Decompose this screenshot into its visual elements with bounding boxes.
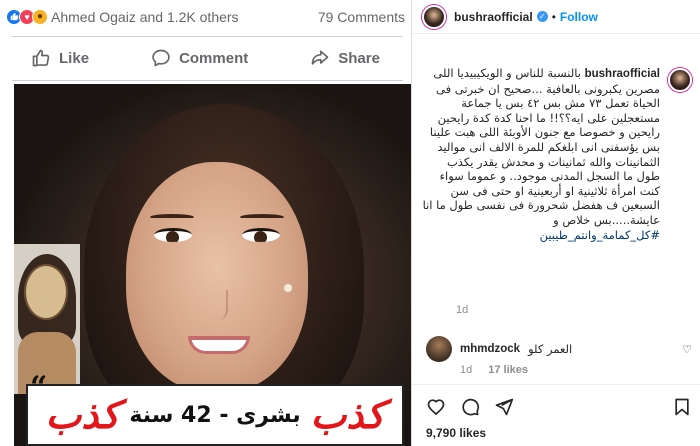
post-header: bushraofficial ✓ • Follow: [412, 0, 700, 34]
nose: [210, 290, 228, 320]
left-eyebrow: [150, 214, 194, 220]
comment-icon[interactable]: [460, 397, 480, 417]
left-eye: [154, 228, 192, 242]
commenter-username[interactable]: mhmdzock: [460, 343, 520, 355]
comment-like-heart-icon[interactable]: ♡: [682, 343, 692, 356]
comment-count[interactable]: 79 Comments: [318, 9, 405, 25]
comment-meta: 1d 17 likes: [460, 364, 528, 376]
divider: [12, 80, 403, 81]
banner-text: بشرى - 42 سنة: [129, 402, 301, 428]
facebook-post: ♥ ● Ahmed Ogaiz and 1.2K others 79 Comme…: [0, 0, 411, 446]
comment-likes[interactable]: 17 likes: [488, 364, 528, 376]
avatar[interactable]: [422, 4, 446, 29]
share-label: Share: [338, 49, 380, 67]
send-icon[interactable]: [494, 397, 514, 417]
bookmark-icon[interactable]: [672, 397, 692, 417]
caption-avatar[interactable]: [668, 68, 692, 92]
right-eyebrow: [240, 214, 284, 220]
heart-icon[interactable]: [426, 397, 446, 417]
banner-red-word-2: كذب: [45, 393, 120, 437]
separator-dot: •: [551, 9, 556, 24]
like-count[interactable]: 9,790 likes: [426, 426, 486, 440]
comment-row: mhmdzock العمر كلو ♡: [426, 336, 692, 362]
caption-banner: كذب بشرى - 42 سنة كذب: [26, 384, 404, 446]
header-username[interactable]: bushraofficial: [454, 10, 533, 24]
reaction-icons[interactable]: ♥ ●: [6, 8, 48, 25]
earring: [284, 284, 292, 292]
reaction-names[interactable]: Ahmed Ogaiz and 1.2K others: [51, 9, 318, 25]
like-button[interactable]: Like: [31, 48, 89, 68]
comment-bubble-icon: [152, 49, 170, 67]
share-arrow-icon: [311, 50, 329, 65]
post-caption: bushraofficial بالنسبة للناس و الويكيبيد…: [422, 66, 692, 242]
comment-timestamp[interactable]: 1d: [460, 364, 472, 376]
follow-button[interactable]: Follow: [560, 10, 598, 24]
caption-text: bushraofficial بالنسبة للناس و الويكيبيد…: [422, 66, 660, 242]
comment-text: العمر كلو: [528, 342, 573, 356]
commenter-avatar[interactable]: [426, 336, 452, 362]
comment-button[interactable]: Comment: [151, 48, 248, 68]
portrait-face: [126, 162, 308, 392]
divider: [412, 384, 700, 385]
sketch-face: [24, 264, 68, 320]
right-eye: [242, 228, 280, 242]
comment-label: Comment: [179, 49, 249, 67]
caption-body: بالنسبة للناس و الويكيبيديا اللى مصرين ي…: [422, 66, 660, 227]
thumbs-up-icon: [32, 49, 50, 67]
caption-hashtag[interactable]: #كل_كمامة_وانتم_طيبين: [540, 228, 660, 242]
verified-badge-icon: ✓: [536, 11, 548, 22]
banner-red-word: كذب: [310, 393, 385, 437]
smile: [188, 336, 250, 354]
like-label: Like: [59, 49, 90, 67]
post-photo[interactable]: “ كذب بشرى - 42 سنة كذب: [14, 84, 411, 446]
reactions-bar[interactable]: ♥ ● Ahmed Ogaiz and 1.2K others 79 Comme…: [0, 0, 411, 33]
caption-timestamp[interactable]: 1d: [456, 304, 468, 316]
post-action-bar: [426, 396, 692, 418]
share-button[interactable]: Share: [310, 48, 380, 68]
wow-reaction-icon: ●: [32, 8, 48, 25]
post-actions: Like Comment Share: [0, 40, 411, 76]
instagram-post-panel: bushraofficial ✓ • Follow bushraofficial…: [411, 0, 700, 446]
caption-username[interactable]: bushraofficial: [585, 68, 660, 80]
divider: [12, 36, 403, 37]
